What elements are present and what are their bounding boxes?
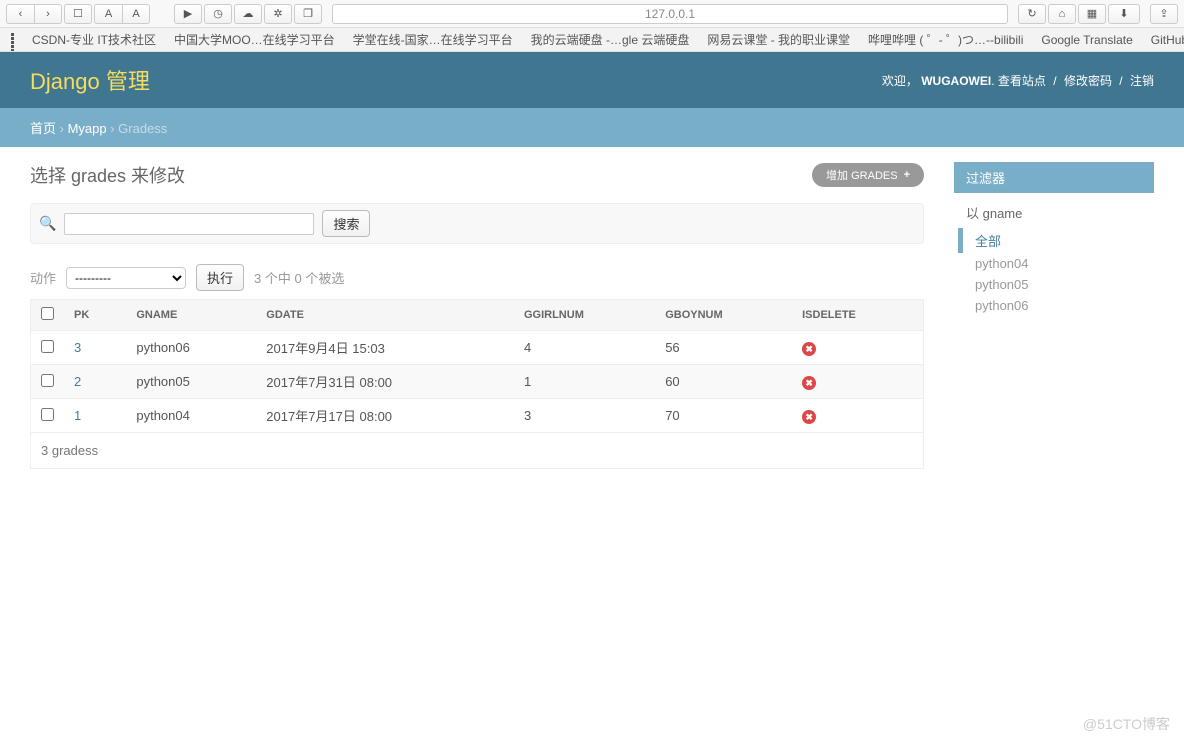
cloud-icon[interactable]: ☁ <box>234 4 262 24</box>
col-isdelete[interactable]: ISDELETE <box>792 300 923 331</box>
bookmark-item[interactable]: CSDN-专业 IT技术社区 <box>32 31 156 48</box>
actions-label: 动作 <box>30 268 56 287</box>
bookmark-item[interactable]: 我的云端硬盘 -…gle 云端硬盘 <box>531 31 690 48</box>
search-input[interactable] <box>64 213 314 235</box>
grid-icon[interactable]: ▦ <box>1078 4 1106 24</box>
delete-icon: ✖ <box>802 376 816 390</box>
cell-gname: python04 <box>126 399 256 433</box>
page-title: 选择 grades 来修改 <box>30 162 185 188</box>
bookmark-item[interactable]: Google Translate <box>1041 33 1132 47</box>
search-icon: 🔍 <box>39 215 56 232</box>
pk-link[interactable]: 3 <box>74 340 81 355</box>
filter-by-label: 以 gname <box>954 193 1154 228</box>
filter-title: 过滤器 <box>954 162 1154 193</box>
col-gname[interactable]: GNAME <box>126 300 256 331</box>
forward-button[interactable]: › <box>34 4 62 24</box>
col-ggirlnum[interactable]: GGIRLNUM <box>514 300 655 331</box>
filter-option[interactable]: python06 <box>958 295 1150 316</box>
text-size-up[interactable]: A <box>122 4 150 24</box>
select-all-checkbox[interactable] <box>41 307 54 320</box>
changepw-link[interactable]: 修改密码 <box>1064 74 1112 88</box>
browser-toolbar: ‹ › ☐ A A ▶ ◷ ☁ ✲ ❐ 127.0.0.1 ↻ ⌂ ▦ ⬇ ⇪ <box>0 0 1184 28</box>
bookmark-item[interactable]: 学堂在线-国家…在线学习平台 <box>353 31 513 48</box>
watermark: @51CTO博客 <box>1083 714 1170 734</box>
selection-count: 3 个中 0 个被选 <box>254 268 344 287</box>
search-bar: 🔍 搜索 <box>30 203 924 244</box>
cell-ggirlnum: 3 <box>514 399 655 433</box>
filter-panel: 过滤器 以 gname 全部python04python05python06 <box>954 162 1154 326</box>
home-icon[interactable]: ⌂ <box>1048 4 1076 24</box>
welcome-text: 欢迎， <box>882 74 918 88</box>
apps-icon[interactable] <box>10 33 14 47</box>
user-tools: 欢迎， WUGAOWEI. 查看站点 / 修改密码 / 注销 <box>882 72 1154 89</box>
cell-gname: python06 <box>126 331 256 365</box>
site-header: Django 管理 欢迎， WUGAOWEI. 查看站点 / 修改密码 / 注销 <box>0 52 1184 108</box>
viewsite-link[interactable]: 查看站点 <box>998 74 1046 88</box>
site-title[interactable]: Django 管理 <box>30 64 150 96</box>
table-row: 1 python042017年7月17日 08:00370 ✖ <box>31 399 924 433</box>
go-button[interactable]: 执行 <box>196 264 244 291</box>
cell-gboynum: 56 <box>655 331 792 365</box>
actions-select[interactable]: --------- <box>66 267 186 289</box>
username: WUGAOWEI <box>921 74 991 88</box>
search-button[interactable]: 搜索 <box>322 210 370 237</box>
table-row: 2 python052017年7月31日 08:00160 ✖ <box>31 365 924 399</box>
reader-icon[interactable]: ▶ <box>174 4 202 24</box>
bookmark-item[interactable]: 哗哩哗哩 ( ゜- ゜)つ…--bilibili <box>868 31 1023 48</box>
history-icon[interactable]: ◷ <box>204 4 232 24</box>
tabs-icon[interactable]: ❐ <box>294 4 322 24</box>
delete-icon: ✖ <box>802 410 816 424</box>
gear-icon[interactable]: ✲ <box>264 4 292 24</box>
filter-option[interactable]: python04 <box>958 253 1150 274</box>
breadcrumb-home[interactable]: 首页 <box>30 121 56 136</box>
download-icon[interactable]: ⬇ <box>1108 4 1140 24</box>
cell-gname: python05 <box>126 365 256 399</box>
breadcrumb: 首页 › Myapp › Gradess <box>0 108 1184 147</box>
col-pk[interactable]: PK <box>64 300 126 331</box>
filter-option[interactable]: 全部 <box>958 228 1150 253</box>
add-button[interactable]: 增加 GRADES + <box>812 163 924 187</box>
row-checkbox[interactable] <box>41 374 54 387</box>
actions-row: 动作 --------- 执行 3 个中 0 个被选 <box>30 264 924 291</box>
col-gboynum[interactable]: GBOYNUM <box>655 300 792 331</box>
table-row: 3 python062017年9月4日 15:03456 ✖ <box>31 331 924 365</box>
breadcrumb-app[interactable]: Myapp <box>68 121 107 136</box>
pk-link[interactable]: 1 <box>74 408 81 423</box>
url-bar[interactable]: 127.0.0.1 <box>332 4 1008 24</box>
bookmark-item[interactable]: 网易云课堂 - 我的职业课堂 <box>707 31 850 48</box>
cell-gdate: 2017年7月17日 08:00 <box>256 399 514 433</box>
reload-icon[interactable]: ↻ <box>1018 4 1046 24</box>
result-table: PK GNAME GDATE GGIRLNUM GBOYNUM ISDELETE… <box>30 299 924 433</box>
bookmark-item[interactable]: GitHub <box>1151 33 1184 47</box>
breadcrumb-current: Gradess <box>118 121 167 136</box>
cell-gboynum: 70 <box>655 399 792 433</box>
text-size-down[interactable]: A <box>94 4 122 24</box>
plus-icon: + <box>904 169 910 181</box>
cell-gdate: 2017年9月4日 15:03 <box>256 331 514 365</box>
cell-ggirlnum: 1 <box>514 365 655 399</box>
cell-ggirlnum: 4 <box>514 331 655 365</box>
col-gdate[interactable]: GDATE <box>256 300 514 331</box>
result-summary: 3 gradess <box>30 433 924 469</box>
pk-link[interactable]: 2 <box>74 374 81 389</box>
filter-option[interactable]: python05 <box>958 274 1150 295</box>
delete-icon: ✖ <box>802 342 816 356</box>
sidebar-toggle-icon[interactable]: ☐ <box>64 4 92 24</box>
row-checkbox[interactable] <box>41 340 54 353</box>
logout-link[interactable]: 注销 <box>1130 74 1154 88</box>
back-button[interactable]: ‹ <box>6 4 34 24</box>
bookmarks-bar: CSDN-专业 IT技术社区 中国大学MOO…在线学习平台 学堂在线-国家…在线… <box>0 28 1184 52</box>
bookmark-item[interactable]: 中国大学MOO…在线学习平台 <box>174 31 335 48</box>
cell-gboynum: 60 <box>655 365 792 399</box>
add-button-label: 增加 GRADES <box>826 167 898 183</box>
cell-gdate: 2017年7月31日 08:00 <box>256 365 514 399</box>
row-checkbox[interactable] <box>41 408 54 421</box>
share-icon[interactable]: ⇪ <box>1150 4 1178 24</box>
